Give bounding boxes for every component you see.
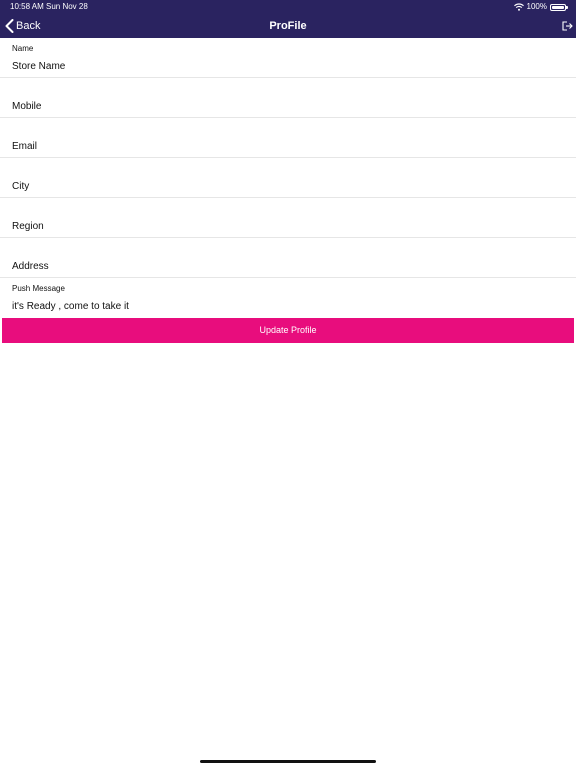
status-date: Sun Nov 28 [46,2,88,11]
logout-button[interactable] [561,20,573,32]
address-field [0,238,576,278]
email-field [0,118,576,158]
logout-icon [562,21,573,31]
push-message-field: Push Message [0,278,576,320]
battery-icon [550,3,568,11]
address-input[interactable] [12,258,562,274]
navigation-bar: 10:58 AM Sun Nov 28 100% Back ProFile [0,0,576,38]
status-indicators: 100% [513,2,568,12]
email-input[interactable] [12,138,562,154]
store-name-field: Name [0,38,576,78]
profile-form: Name Push Message [0,38,576,320]
store-name-input[interactable] [12,58,562,74]
mobile-field [0,78,576,118]
battery-level [552,5,564,9]
status-time: 10:58 AM [10,2,44,11]
push-message-input[interactable] [12,298,562,314]
home-indicator [200,760,376,763]
region-input[interactable] [12,218,562,234]
name-label: Name [12,44,34,53]
city-input[interactable] [12,178,562,194]
city-field [0,158,576,198]
mobile-input[interactable] [12,98,562,114]
region-field [0,198,576,238]
update-profile-button[interactable]: Update Profile [2,318,574,343]
push-message-label: Push Message [12,284,65,293]
wifi-icon [513,3,524,11]
battery-percent: 100% [526,2,547,11]
page-title: ProFile [269,20,307,32]
